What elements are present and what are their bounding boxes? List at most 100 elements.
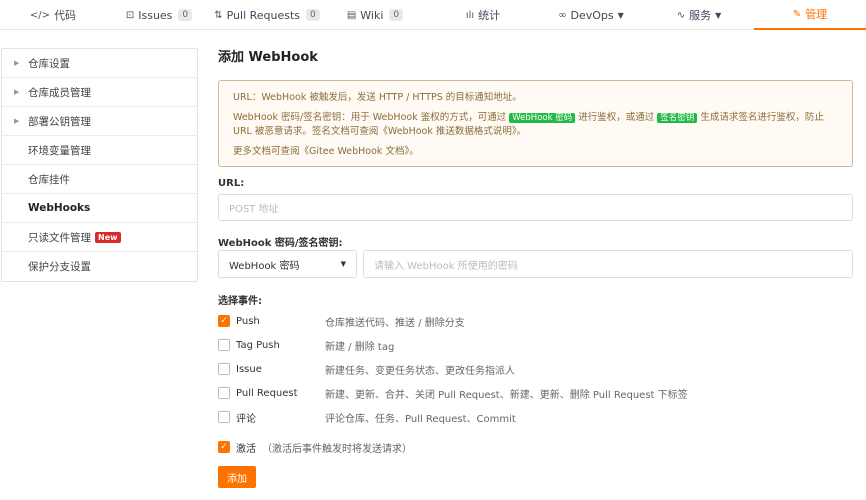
event-row-comment: 评论 评论仓库、任务、Pull Request、Commit bbox=[218, 409, 858, 425]
tab-pull-requests[interactable]: ⇅ Pull Requests 0 bbox=[212, 0, 322, 30]
info-notice: URL：WebHook 被触发后，发送 HTTP / HTTPS 的目标通知地址… bbox=[218, 80, 853, 167]
url-label: URL: bbox=[218, 178, 245, 189]
tab-label: Pull Requests bbox=[226, 8, 301, 22]
event-desc: 仓库推送代码、推送 / 删除分支 bbox=[325, 317, 465, 329]
notice-secret-line: WebHook 密码/签名密钥：用于 WebHook 鉴权的方式，可通过 Web… bbox=[233, 111, 838, 139]
caret-right-icon: ▶ bbox=[14, 88, 20, 96]
pull-request-checkbox[interactable] bbox=[218, 387, 230, 399]
active-label: 激活 bbox=[236, 443, 256, 455]
sidebar-item-protected-branches[interactable]: 保护分支设置 bbox=[2, 252, 197, 281]
event-desc: 新建 / 删除 tag bbox=[325, 341, 395, 353]
tab-label: 管理 bbox=[805, 8, 828, 21]
push-checkbox[interactable]: ✓ bbox=[218, 315, 230, 327]
comment-checkbox[interactable] bbox=[218, 411, 230, 423]
active-row: ✓ 激活 （激活后事件触发时将发送请求） bbox=[218, 439, 858, 455]
notice-text: 。 bbox=[516, 126, 527, 137]
event-row-tag-push: Tag Push 新建 / 删除 tag bbox=[218, 337, 858, 353]
tab-label: Issues bbox=[138, 8, 173, 22]
caret-down-icon: ▼ bbox=[715, 10, 722, 20]
issue-icon: ⊡ bbox=[125, 9, 135, 21]
pull-request-icon: ⇅ bbox=[214, 9, 223, 21]
active-checkbox[interactable]: ✓ bbox=[218, 441, 230, 453]
caret-down-icon: ▼ bbox=[340, 260, 346, 268]
tab-label: DevOps bbox=[570, 8, 614, 22]
notice-url-line: URL：WebHook 被触发后，发送 HTTP / HTTPS 的目标通知地址… bbox=[233, 92, 522, 103]
secret-type-select[interactable]: WebHook 密码 ▼ bbox=[218, 250, 357, 278]
notice-text: 更多文档可查阅 bbox=[233, 146, 300, 157]
edit-icon: ✎ bbox=[792, 8, 802, 20]
pulse-icon: ∿ bbox=[676, 9, 686, 21]
event-row-push: ✓ Push 仓库推送代码、推送 / 删除分支 bbox=[218, 313, 858, 329]
sidebar-item-label: 仓库设置 bbox=[28, 57, 70, 70]
page-title: 添加 WebHook bbox=[218, 50, 318, 65]
repo-tabs: </> 代码 ⊡ Issues 0 ⇅ Pull Requests 0 ▤ Wi… bbox=[0, 0, 866, 30]
tab-stats[interactable]: ılı 统计 bbox=[428, 0, 538, 30]
settings-sidebar: ▶ 仓库设置 ▶ 仓库成员管理 ▶ 部署公钥管理 环境变量管理 仓库挂件 Web… bbox=[1, 48, 198, 282]
event-desc: 新建、更新、合并、关闭 Pull Request、新建、更新、删除 Pull R… bbox=[325, 389, 688, 401]
tab-issues[interactable]: ⊡ Issues 0 bbox=[106, 0, 212, 30]
sidebar-item-label: 环境变量管理 bbox=[28, 144, 91, 157]
secret-placeholder: 请输入 WebHook 所使用的密码 bbox=[374, 260, 518, 272]
secret-input[interactable]: 请输入 WebHook 所使用的密码 bbox=[363, 250, 853, 278]
secret-label: WebHook 密码/签名密钥: bbox=[218, 238, 343, 249]
event-name: Issue bbox=[236, 363, 262, 375]
sidebar-item-webhooks[interactable]: WebHooks bbox=[2, 194, 197, 223]
caret-down-icon: ▼ bbox=[617, 10, 624, 20]
event-name: Push bbox=[236, 315, 260, 327]
caret-right-icon: ▶ bbox=[14, 59, 20, 67]
issue-checkbox[interactable] bbox=[218, 363, 230, 375]
webhook-password-tag: WebHook 密码 bbox=[509, 113, 576, 123]
notice-text: 进行鉴权，或通过 bbox=[578, 112, 655, 123]
sidebar-item-members[interactable]: ▶ 仓库成员管理 bbox=[2, 78, 197, 107]
event-desc: 评论仓库、任务、Pull Request、Commit bbox=[325, 413, 516, 425]
signature-key-tag: 签名密钥 bbox=[657, 113, 698, 123]
tab-label: 代码 bbox=[54, 9, 77, 22]
url-input[interactable]: POST 地址 bbox=[218, 194, 853, 221]
add-button[interactable]: 添加 bbox=[218, 466, 256, 488]
tab-count: 0 bbox=[178, 9, 193, 21]
caret-right-icon: ▶ bbox=[14, 117, 20, 125]
sidebar-item-label: 部署公钥管理 bbox=[28, 115, 91, 128]
event-name: Pull Request bbox=[236, 387, 298, 399]
gitee-webhook-doc-link[interactable]: 《Gitee WebHook 文档》 bbox=[300, 146, 410, 157]
notice-text: WebHook 密码/签名密钥：用于 WebHook 鉴权的方式，可通过 bbox=[233, 112, 507, 123]
wiki-icon: ▤ bbox=[346, 9, 357, 21]
tab-services[interactable]: ∿ 服务 ▼ bbox=[644, 0, 754, 30]
events-label: 选择事件: bbox=[218, 296, 262, 307]
payload-doc-link[interactable]: 《WebHook 推送数据格式说明》 bbox=[378, 126, 516, 137]
new-badge: New bbox=[95, 231, 121, 243]
tab-manage[interactable]: ✎ 管理 bbox=[754, 0, 866, 30]
tab-code[interactable]: </> 代码 bbox=[0, 0, 106, 30]
infinity-icon: ∞ bbox=[558, 9, 567, 21]
sidebar-item-readonly-files[interactable]: 只读文件管理 New bbox=[2, 223, 197, 252]
sidebar-item-label: WebHooks bbox=[28, 202, 91, 214]
url-placeholder: POST 地址 bbox=[229, 204, 279, 215]
tag-push-checkbox[interactable] bbox=[218, 339, 230, 351]
sidebar-item-widgets[interactable]: 仓库挂件 bbox=[2, 165, 197, 194]
notice-docs-line: 更多文档可查阅《Gitee WebHook 文档》。 bbox=[233, 145, 838, 159]
sidebar-item-deploy-keys[interactable]: ▶ 部署公钥管理 bbox=[2, 107, 197, 136]
sidebar-item-env-vars[interactable]: 环境变量管理 bbox=[2, 136, 197, 165]
sidebar-item-label: 仓库成员管理 bbox=[28, 86, 91, 99]
tab-label: 服务 bbox=[689, 9, 712, 22]
secret-type-value: WebHook 密码 bbox=[229, 260, 300, 272]
sidebar-item-repo-settings[interactable]: ▶ 仓库设置 bbox=[2, 49, 197, 78]
tab-count: 0 bbox=[389, 9, 404, 21]
tab-label: Wiki bbox=[360, 8, 384, 22]
sidebar-item-label: 仓库挂件 bbox=[28, 173, 70, 186]
notice-text: 。 bbox=[409, 146, 419, 157]
active-hint: （激活后事件触发时将发送请求） bbox=[262, 443, 412, 455]
tab-devops[interactable]: ∞ DevOps ▼ bbox=[538, 0, 644, 30]
tab-label: 统计 bbox=[478, 9, 501, 22]
tab-count: 0 bbox=[306, 9, 320, 21]
tab-wiki[interactable]: ▤ Wiki 0 bbox=[322, 0, 428, 30]
event-row-pull-request: Pull Request 新建、更新、合并、关闭 Pull Request、新建… bbox=[218, 385, 858, 401]
bar-chart-icon: ılı bbox=[465, 9, 475, 21]
event-desc: 新建任务、变更任务状态、更改任务指派人 bbox=[325, 365, 515, 377]
event-name: Tag Push bbox=[236, 339, 280, 351]
sidebar-item-label: 保护分支设置 bbox=[28, 261, 91, 273]
code-icon: </> bbox=[29, 9, 51, 21]
event-row-issue: Issue 新建任务、变更任务状态、更改任务指派人 bbox=[218, 361, 858, 377]
sidebar-item-label: 只读文件管理 bbox=[28, 231, 91, 244]
event-name: 评论 bbox=[236, 413, 256, 425]
